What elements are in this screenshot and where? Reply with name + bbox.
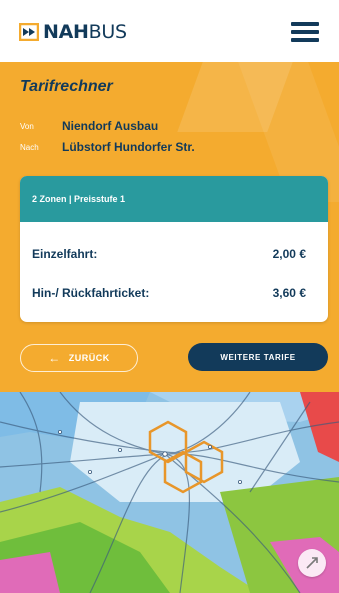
price-value: 2,00 € [272, 247, 306, 261]
more-tariffs-label: WEITERE TARIFE [220, 352, 296, 362]
expand-map-icon[interactable] [298, 549, 326, 577]
price-label: Hin-/ Rückfahrticket: [32, 286, 150, 300]
hamburger-menu-icon[interactable] [291, 22, 319, 42]
arrow-left-icon: ← [48, 351, 61, 365]
zone-map-graphic [0, 392, 339, 593]
header: NAHBUS [0, 0, 339, 62]
from-label: Von [20, 121, 34, 131]
logo-text-light: BUS [88, 20, 127, 43]
to-value: Lübstorf Hundorfer Str. [62, 140, 195, 154]
route-from: Von Niendorf Ausbau [20, 118, 158, 134]
back-label: ZURÜCK [68, 353, 110, 363]
route-to: Nach Lübstorf Hundorfer Str. [20, 139, 195, 155]
price-row-return: Hin-/ Rückfahrticket: 3,60 € [32, 285, 306, 301]
price-label: Einzelfahrt: [32, 247, 98, 261]
to-label: Nach [20, 142, 39, 152]
page-title: Tarifrechner [20, 78, 113, 95]
price-row-single: Einzelfahrt: 2,00 € [32, 246, 306, 262]
tariff-calculator-panel: Tarifrechner Von Niendorf Ausbau Nach Lü… [0, 62, 339, 392]
price-card: 2 Zonen | Preisstufe 1 Einzelfahrt: 2,00… [20, 176, 328, 322]
back-button[interactable]: ← ZURÜCK [20, 344, 138, 372]
price-value: 3,60 € [272, 286, 306, 300]
zone-map[interactable] [0, 392, 339, 593]
zone-info: 2 Zonen | Preisstufe 1 [20, 176, 328, 222]
logo-text: NAHBUS [43, 20, 127, 43]
from-value: Niendorf Ausbau [62, 119, 159, 133]
more-tariffs-button[interactable]: WEITERE TARIFE [188, 343, 328, 371]
logo-mark-icon [19, 23, 39, 41]
logo-text-bold: NAH [43, 20, 89, 43]
nahbus-logo[interactable]: NAHBUS [19, 20, 127, 44]
